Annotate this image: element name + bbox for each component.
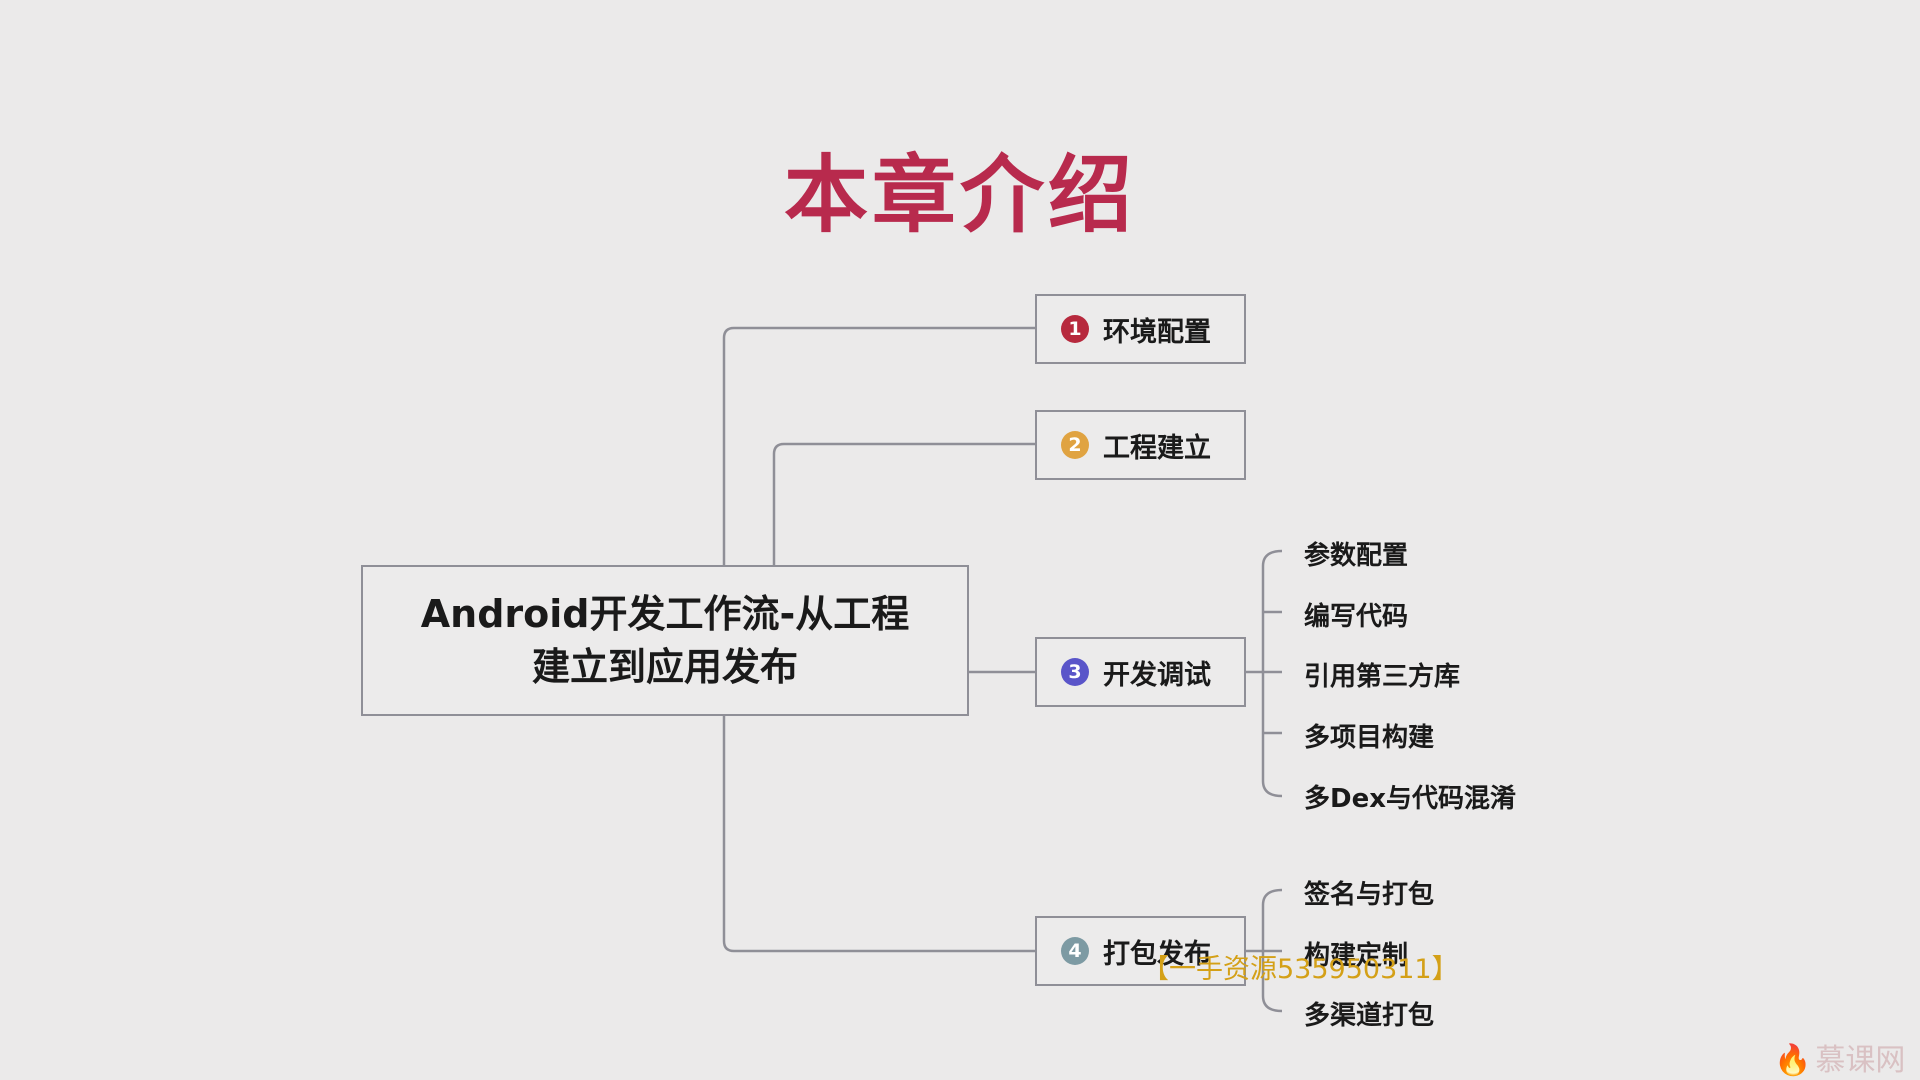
flame-icon: 🔥: [1774, 1043, 1812, 1078]
number-4-icon: 4: [1061, 937, 1089, 965]
number-1-icon: 1: [1061, 315, 1089, 343]
brand-logo: 🔥 慕课网: [1774, 1035, 1905, 1079]
connector-branch-4: [722, 716, 1035, 953]
number-3-icon: 3: [1061, 658, 1089, 686]
watermark-text: 【一手资源535950311】: [1142, 954, 1459, 985]
leaf-item: 引用第三方库: [1304, 662, 1461, 692]
central-topic-line1: Android开发工作流-从工程: [420, 591, 910, 636]
brand-logo-text: 慕课网: [1815, 1043, 1906, 1078]
branch-label: 工程建立: [1103, 432, 1211, 464]
connector-lines: [722, 326, 1283, 1013]
connector-leaves-3: [1246, 549, 1283, 798]
branch-label: 开发调试: [1103, 659, 1211, 691]
branch-label: 环境配置: [1103, 316, 1211, 348]
branch-env-config: 1 环境配置: [1035, 294, 1246, 364]
connector-branch-2: [772, 442, 1035, 565]
number-2-icon: 2: [1061, 431, 1089, 459]
leaf-item: 多Dex与代码混淆: [1304, 784, 1516, 814]
connector-branch-1: [722, 326, 1035, 565]
branch-project-setup: 2 工程建立: [1035, 410, 1246, 480]
branch-dev-debug: 3 开发调试: [1035, 637, 1246, 707]
central-topic: Android开发工作流-从工程 建立到应用发布: [361, 565, 969, 716]
leaf-item: 多项目构建: [1304, 723, 1435, 753]
leaf-item: 编写代码: [1304, 602, 1409, 632]
central-topic-line2: 建立到应用发布: [531, 644, 798, 689]
leaf-item: 参数配置: [1304, 541, 1409, 571]
leaf-item: 签名与打包: [1304, 880, 1435, 910]
leaf-item: 多渠道打包: [1304, 1001, 1435, 1031]
